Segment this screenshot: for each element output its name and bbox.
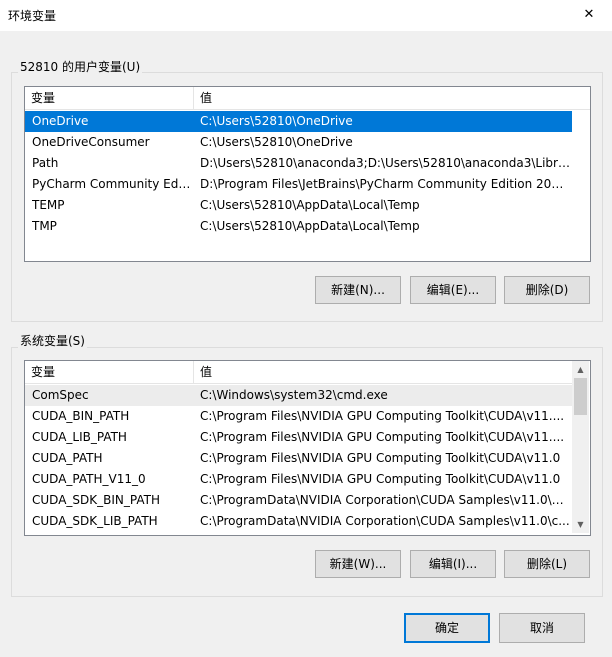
var-name: ComSpec: [32, 388, 89, 402]
user-var-row[interactable]: OneDrive C:\Users\52810\OneDrive: [25, 111, 572, 132]
system-new-button[interactable]: 新建(W)...: [315, 550, 401, 578]
var-name: OneDrive: [32, 114, 89, 128]
var-value: C:\Program Files\NVIDIA GPU Computing To…: [200, 409, 565, 423]
user-var-row[interactable]: TEMP C:\Users\52810\AppData\Local\Temp: [25, 195, 572, 216]
user-new-button[interactable]: 新建(N)...: [315, 276, 401, 304]
user-variables-list[interactable]: 变量 值 OneDrive C:\Users\52810\OneDrive On…: [24, 86, 591, 262]
var-value: C:\ProgramData\NVIDIA Corporation\CUDA S…: [200, 514, 570, 528]
title-bar: 环境变量 ✕: [0, 0, 612, 31]
var-value: C:\Windows\system32\cmd.exe: [200, 388, 388, 402]
var-name: CUDA_LIB_PATH: [32, 430, 127, 444]
system-var-row[interactable]: CUDA_SDK_LIB_PATH C:\ProgramData\NVIDIA …: [25, 511, 572, 532]
user-var-row[interactable]: PyCharm Community Editi... D:\Program Fi…: [25, 174, 572, 195]
user-delete-button[interactable]: 删除(D): [504, 276, 590, 304]
column-header-value[interactable]: 值: [194, 87, 590, 109]
column-header-value[interactable]: 值: [194, 361, 572, 383]
system-var-row[interactable]: CUDA_PATH C:\Program Files\NVIDIA GPU Co…: [25, 448, 572, 469]
var-name: CUDA_SDK_BIN_PATH: [32, 493, 160, 507]
var-value: D:\Program Files\JetBrains\PyCharm Commu…: [200, 177, 570, 191]
var-name: CUDA_BIN_PATH: [32, 409, 130, 423]
system-list-header: 变量 值: [25, 361, 572, 384]
var-name: TMP: [32, 219, 57, 233]
system-var-row[interactable]: ComSpec C:\Windows\system32\cmd.exe: [25, 385, 572, 406]
system-delete-button[interactable]: 删除(L): [504, 550, 590, 578]
var-value: D:\Users\52810\anaconda3;D:\Users\52810\…: [200, 156, 570, 170]
var-value: C:\Program Files\NVIDIA GPU Computing To…: [200, 451, 561, 465]
var-name: TEMP: [32, 198, 65, 212]
system-variables-list[interactable]: 变量 值 ComSpec C:\Windows\system32\cmd.exe…: [24, 360, 591, 536]
var-name: CUDA_PATH_V11_0: [32, 472, 146, 486]
scrollbar-thumb[interactable]: [574, 378, 587, 415]
var-value: C:\ProgramData\NVIDIA Corporation\CUDA S…: [200, 493, 570, 507]
system-variables-label: 系统变量(S): [18, 332, 87, 349]
column-header-name[interactable]: 变量: [25, 361, 193, 383]
var-name: Path: [32, 156, 59, 170]
system-var-row[interactable]: CUDA_BIN_PATH C:\Program Files\NVIDIA GP…: [25, 406, 572, 427]
column-header-name[interactable]: 变量: [25, 87, 193, 109]
var-value: C:\Users\52810\AppData\Local\Temp: [200, 219, 420, 233]
user-var-row[interactable]: Path D:\Users\52810\anaconda3;D:\Users\5…: [25, 153, 572, 174]
user-var-row[interactable]: TMP C:\Users\52810\AppData\Local\Temp: [25, 216, 572, 237]
user-edit-button[interactable]: 编辑(E)...: [410, 276, 496, 304]
var-value: C:\Users\52810\OneDrive: [200, 135, 353, 149]
system-var-row[interactable]: CUDA_SDK_BIN_PATH C:\ProgramData\NVIDIA …: [25, 490, 572, 511]
var-value: C:\Users\52810\OneDrive: [200, 114, 353, 128]
close-icon[interactable]: ✕: [566, 0, 612, 31]
var-value: C:\Program Files\NVIDIA GPU Computing To…: [200, 472, 561, 486]
user-var-row[interactable]: OneDriveConsumer C:\Users\52810\OneDrive: [25, 132, 572, 153]
user-list-header: 变量 值: [25, 87, 590, 110]
window-title: 环境变量: [8, 9, 57, 23]
system-var-row[interactable]: CUDA_LIB_PATH C:\Program Files\NVIDIA GP…: [25, 427, 572, 448]
var-name: PyCharm Community Editi...: [32, 177, 192, 191]
system-var-row[interactable]: CUDA_PATH_V11_0 C:\Program Files\NVIDIA …: [25, 469, 572, 490]
var-value: C:\Program Files\NVIDIA GPU Computing To…: [200, 430, 565, 444]
ok-button[interactable]: 确定: [404, 613, 490, 643]
var-name: CUDA_SDK_LIB_PATH: [32, 514, 158, 528]
scroll-up-arrow-icon[interactable]: ▲: [572, 361, 589, 378]
system-edit-button[interactable]: 编辑(I)...: [410, 550, 496, 578]
scroll-down-arrow-icon[interactable]: ▼: [572, 516, 589, 533]
var-name: CUDA_PATH: [32, 451, 103, 465]
cancel-button[interactable]: 取消: [499, 613, 585, 643]
var-name: OneDriveConsumer: [32, 135, 150, 149]
user-variables-label: 52810 的用户变量(U): [18, 58, 143, 75]
var-value: C:\Users\52810\AppData\Local\Temp: [200, 198, 420, 212]
system-list-scrollbar[interactable]: ▲ ▼: [572, 361, 589, 533]
